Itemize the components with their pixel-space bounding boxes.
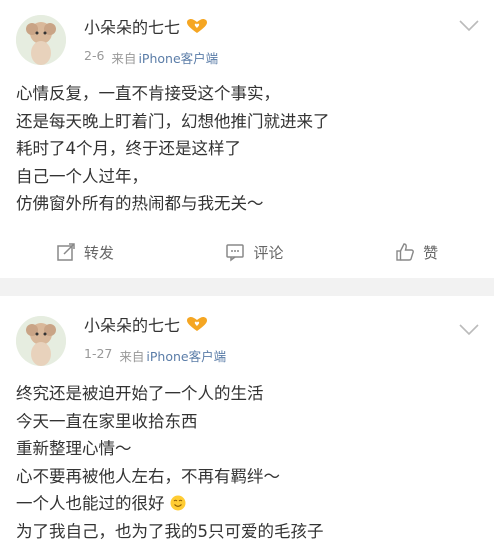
content-line-text: 一个人也能过的很好 [16,494,165,513]
source-prefix: 来自 [119,349,145,364]
svg-text:♥: ♥ [194,23,199,30]
svg-text:♥: ♥ [194,321,199,328]
content-line: 心情反复，一直不肯接受这个事实， [16,84,280,103]
content-line: 心不要再被他人左右，不再有羁绊～ [16,466,280,486]
content-line: 耗时了4个月，终于还是这样了 [16,139,241,158]
chevron-down-icon[interactable] [458,18,480,32]
avatar[interactable] [16,15,66,65]
like-icon [396,243,415,261]
client-name[interactable]: iPhone客户端 [146,346,226,365]
avatar[interactable] [16,316,66,366]
username[interactable]: 小朵朵的七七 [84,312,180,336]
post-content: 终究还是被迫开始了一个人的生活 今天一直在家里收拾东西 重新整理心情～ 心不要再… [16,380,478,545]
like-label: 赞 [423,243,439,262]
like-button[interactable]: 赞 [395,242,438,263]
post-content: 心情反复，一直不肯接受这个事实， 还是每天晚上盯着门，幻想他推门就进来了 耗时了… [16,80,478,218]
content-line: 为了我自己，也为了我的5只可爱的毛孩子 [16,521,324,541]
repost-button[interactable]: 转发 [56,242,114,263]
content-line: 还是每天晚上盯着门，幻想他推门就进来了 [16,111,330,131]
action-bar: 转发 评论 赞 [0,230,494,274]
content-line: 仿佛窗外所有的热闹都与我无关～ [16,194,264,213]
chevron-down-icon[interactable] [458,322,480,336]
post-meta: 1-27 来自 iPhone客户端 [84,346,226,365]
content-line: 今天一直在家里收拾东西 [16,411,198,431]
client-name[interactable]: iPhone客户端 [138,48,218,67]
comment-button[interactable]: 评论 [225,242,283,263]
content-line: 终究还是被迫开始了一个人的生活 [16,384,264,403]
source-prefix: 来自 [111,51,137,66]
repost-label: 转发 [83,243,114,262]
weibo-post: 小朵朵的七七 ♥ 2-6 来自 iPhone客户端 心情反复，一直不肯接受这个事… [0,0,494,278]
content-line: 自己一个人过年， [16,166,148,186]
content-line: 一个人也能过的很好 [16,490,478,518]
vip-icon: ♥ [186,18,208,34]
comment-label: 评论 [253,243,284,262]
repost-icon [57,243,75,261]
name-row: 小朵朵的七七 ♥ [84,13,208,39]
username[interactable]: 小朵朵的七七 [84,14,180,38]
name-row: 小朵朵的七七 ♥ [84,311,208,337]
weibo-post: 小朵朵的七七 ♥ 1-27 来自 iPhone客户端 终究还是被迫开始了一个人的… [0,296,494,549]
smile-emoji [170,492,186,511]
post-meta: 2-6 来自 iPhone客户端 [84,48,218,67]
post-date: 1-27 [84,346,113,361]
comment-icon [226,244,245,262]
vip-icon: ♥ [186,316,208,332]
post-date: 2-6 [84,48,105,63]
content-line: 重新整理心情～ [16,439,132,458]
